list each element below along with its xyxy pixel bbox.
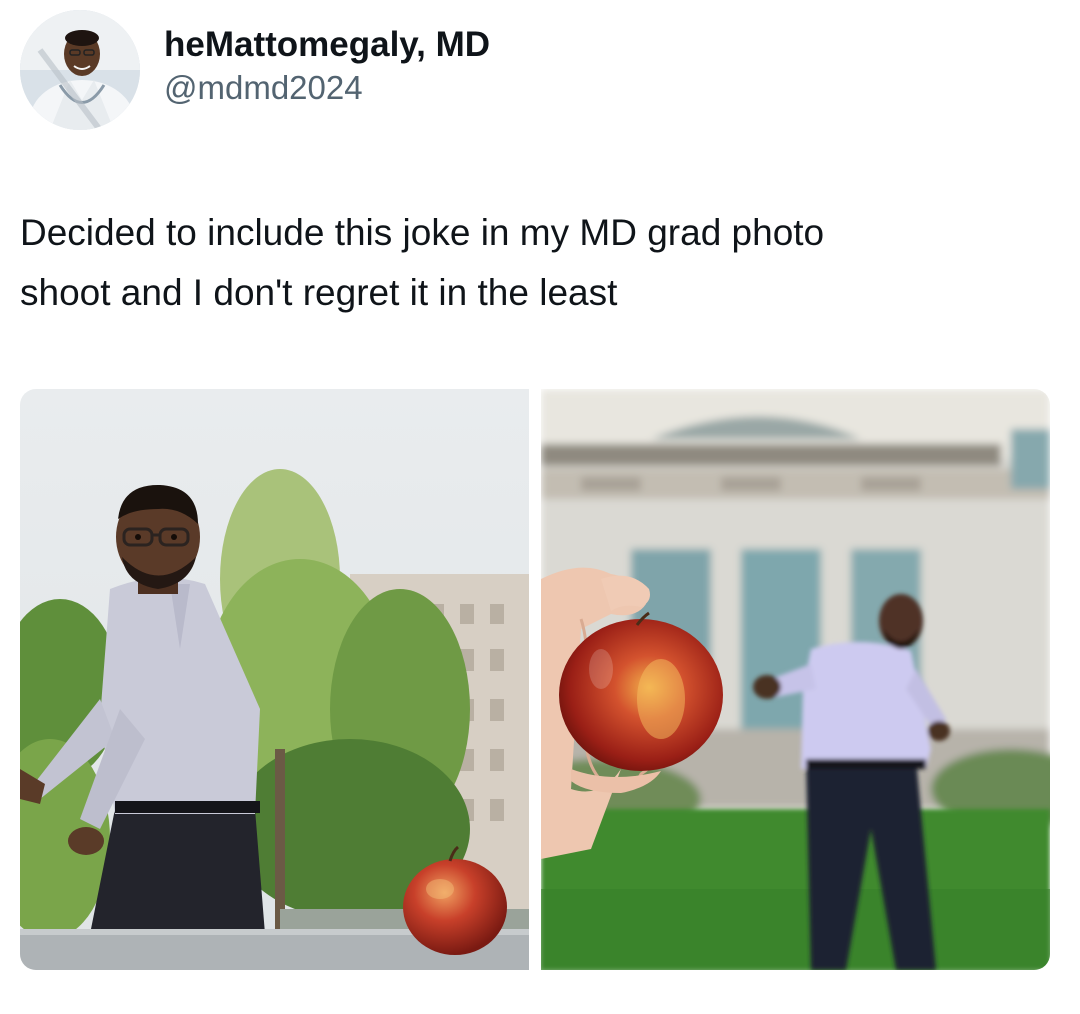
tweet-header: heMattomegaly, MD @mdmd2024: [20, 8, 490, 132]
tweet-text: Decided to include this joke in my MD gr…: [20, 203, 1060, 323]
media-photo-2[interactable]: [541, 389, 1050, 970]
tweet-card: heMattomegaly, MD @mdmd2024 Decided to i…: [0, 0, 1080, 1014]
author-names: heMattomegaly, MD @mdmd2024: [164, 23, 490, 109]
photo-1-image: [20, 389, 529, 970]
media-photo-1[interactable]: [20, 389, 529, 970]
media-grid: [20, 389, 1050, 970]
author-display-name[interactable]: heMattomegaly, MD: [164, 23, 490, 67]
avatar-image: [20, 10, 140, 130]
photo-2-image: [541, 389, 1050, 970]
avatar[interactable]: [20, 10, 140, 130]
tweet-text-line-2: shoot and I don't regret it in the least: [20, 272, 618, 313]
tweet-text-line-1: Decided to include this joke in my MD gr…: [20, 212, 825, 253]
author-handle[interactable]: @mdmd2024: [164, 67, 490, 109]
